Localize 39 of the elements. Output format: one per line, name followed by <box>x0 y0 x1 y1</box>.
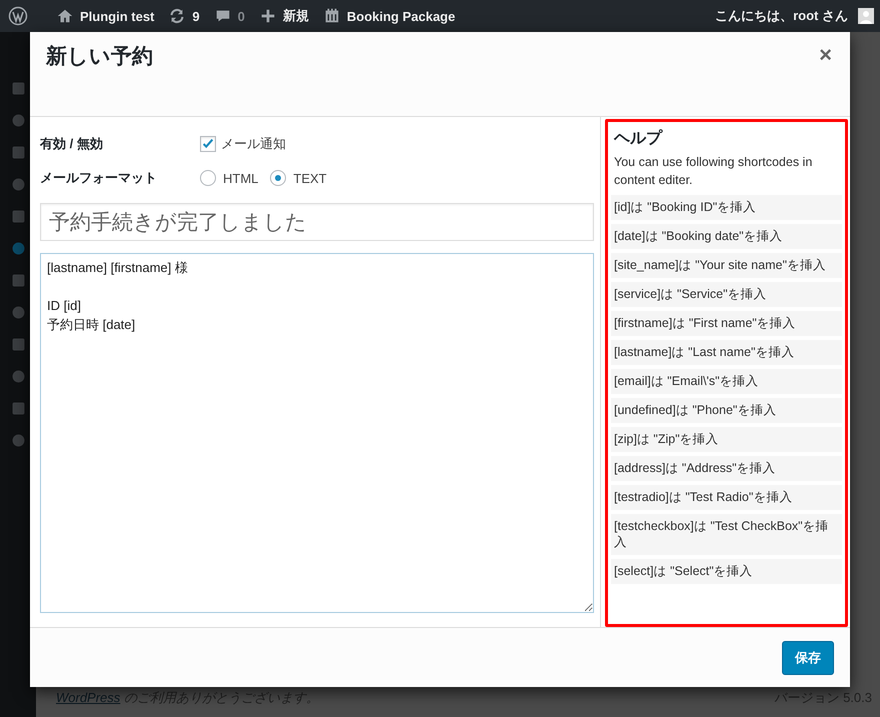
avatar-icon[interactable] <box>858 8 874 24</box>
shortcode-item[interactable]: [date]は "Booking date"を挿入 <box>611 224 842 249</box>
radio-label[interactable]: HTML <box>223 170 258 186</box>
new-link[interactable]: 新規 <box>282 7 309 25</box>
shortcode-item[interactable]: [testcheckbox]は "Test CheckBox"を挿入 <box>611 514 842 555</box>
close-button[interactable]: × <box>817 42 834 68</box>
booking-package-link[interactable]: Booking Package <box>346 8 456 24</box>
help-text: You can use following shortcodes in content editer. <box>614 154 814 189</box>
radio-button[interactable] <box>270 170 286 186</box>
shortcode-item[interactable]: [firstname]は "First name"を挿入 <box>611 311 842 336</box>
dialog-title: 新しい予約 <box>46 44 153 70</box>
checkbox[interactable] <box>200 136 216 152</box>
shortcode-item[interactable]: [zip]は "Zip"を挿入 <box>611 427 842 452</box>
checkbox-label[interactable]: メール通知 <box>221 135 286 153</box>
home-icon[interactable] <box>56 7 74 25</box>
greeting-link[interactable]: こんにちは、root さん <box>715 7 848 25</box>
site-name-link[interactable]: Plungin test <box>80 8 154 24</box>
shortcode-item[interactable]: [site_name]は "Your site name"を挿入 <box>611 253 842 278</box>
help-title: ヘルプ <box>614 128 664 149</box>
shortcode-item[interactable]: [testradio]は "Test Radio"を挿入 <box>611 485 842 510</box>
updates-count[interactable]: 9 <box>192 8 200 24</box>
field-label: メールフォーマット <box>40 169 158 187</box>
save-button[interactable]: 保存 <box>782 640 834 674</box>
shortcode-item[interactable]: [select]は "Select"を挿入 <box>611 559 842 584</box>
field-label: 有効 / 無効 <box>40 135 104 153</box>
comments-count[interactable]: 0 <box>238 8 245 24</box>
radio-label[interactable]: TEXT <box>293 170 327 186</box>
wordpress-logo-icon[interactable] <box>8 6 28 26</box>
message-body-field[interactable]: [lastname] [firstname] 様 ID [id] 予約日時 [date] <box>40 253 594 613</box>
shortcode-item[interactable]: [address]は "Address"を挿入 <box>611 456 842 481</box>
shortcode-item[interactable]: [undefined]は "Phone"を挿入 <box>611 398 842 423</box>
shortcode-item[interactable]: [id]は "Booking ID"を挿入 <box>611 195 842 220</box>
shortcode-item[interactable]: [lastname]は "Last name"を挿入 <box>611 340 842 365</box>
shortcode-item[interactable]: [service]は "Service"を挿入 <box>611 282 842 307</box>
shortcode-item[interactable]: [email]は "Email\'s"を挿入 <box>611 369 842 394</box>
plus-icon[interactable] <box>258 7 277 25</box>
radio-button[interactable] <box>200 170 216 186</box>
refresh-icon[interactable] <box>168 7 186 25</box>
subject-field[interactable]: 予約手続きが完了しました <box>40 203 594 241</box>
